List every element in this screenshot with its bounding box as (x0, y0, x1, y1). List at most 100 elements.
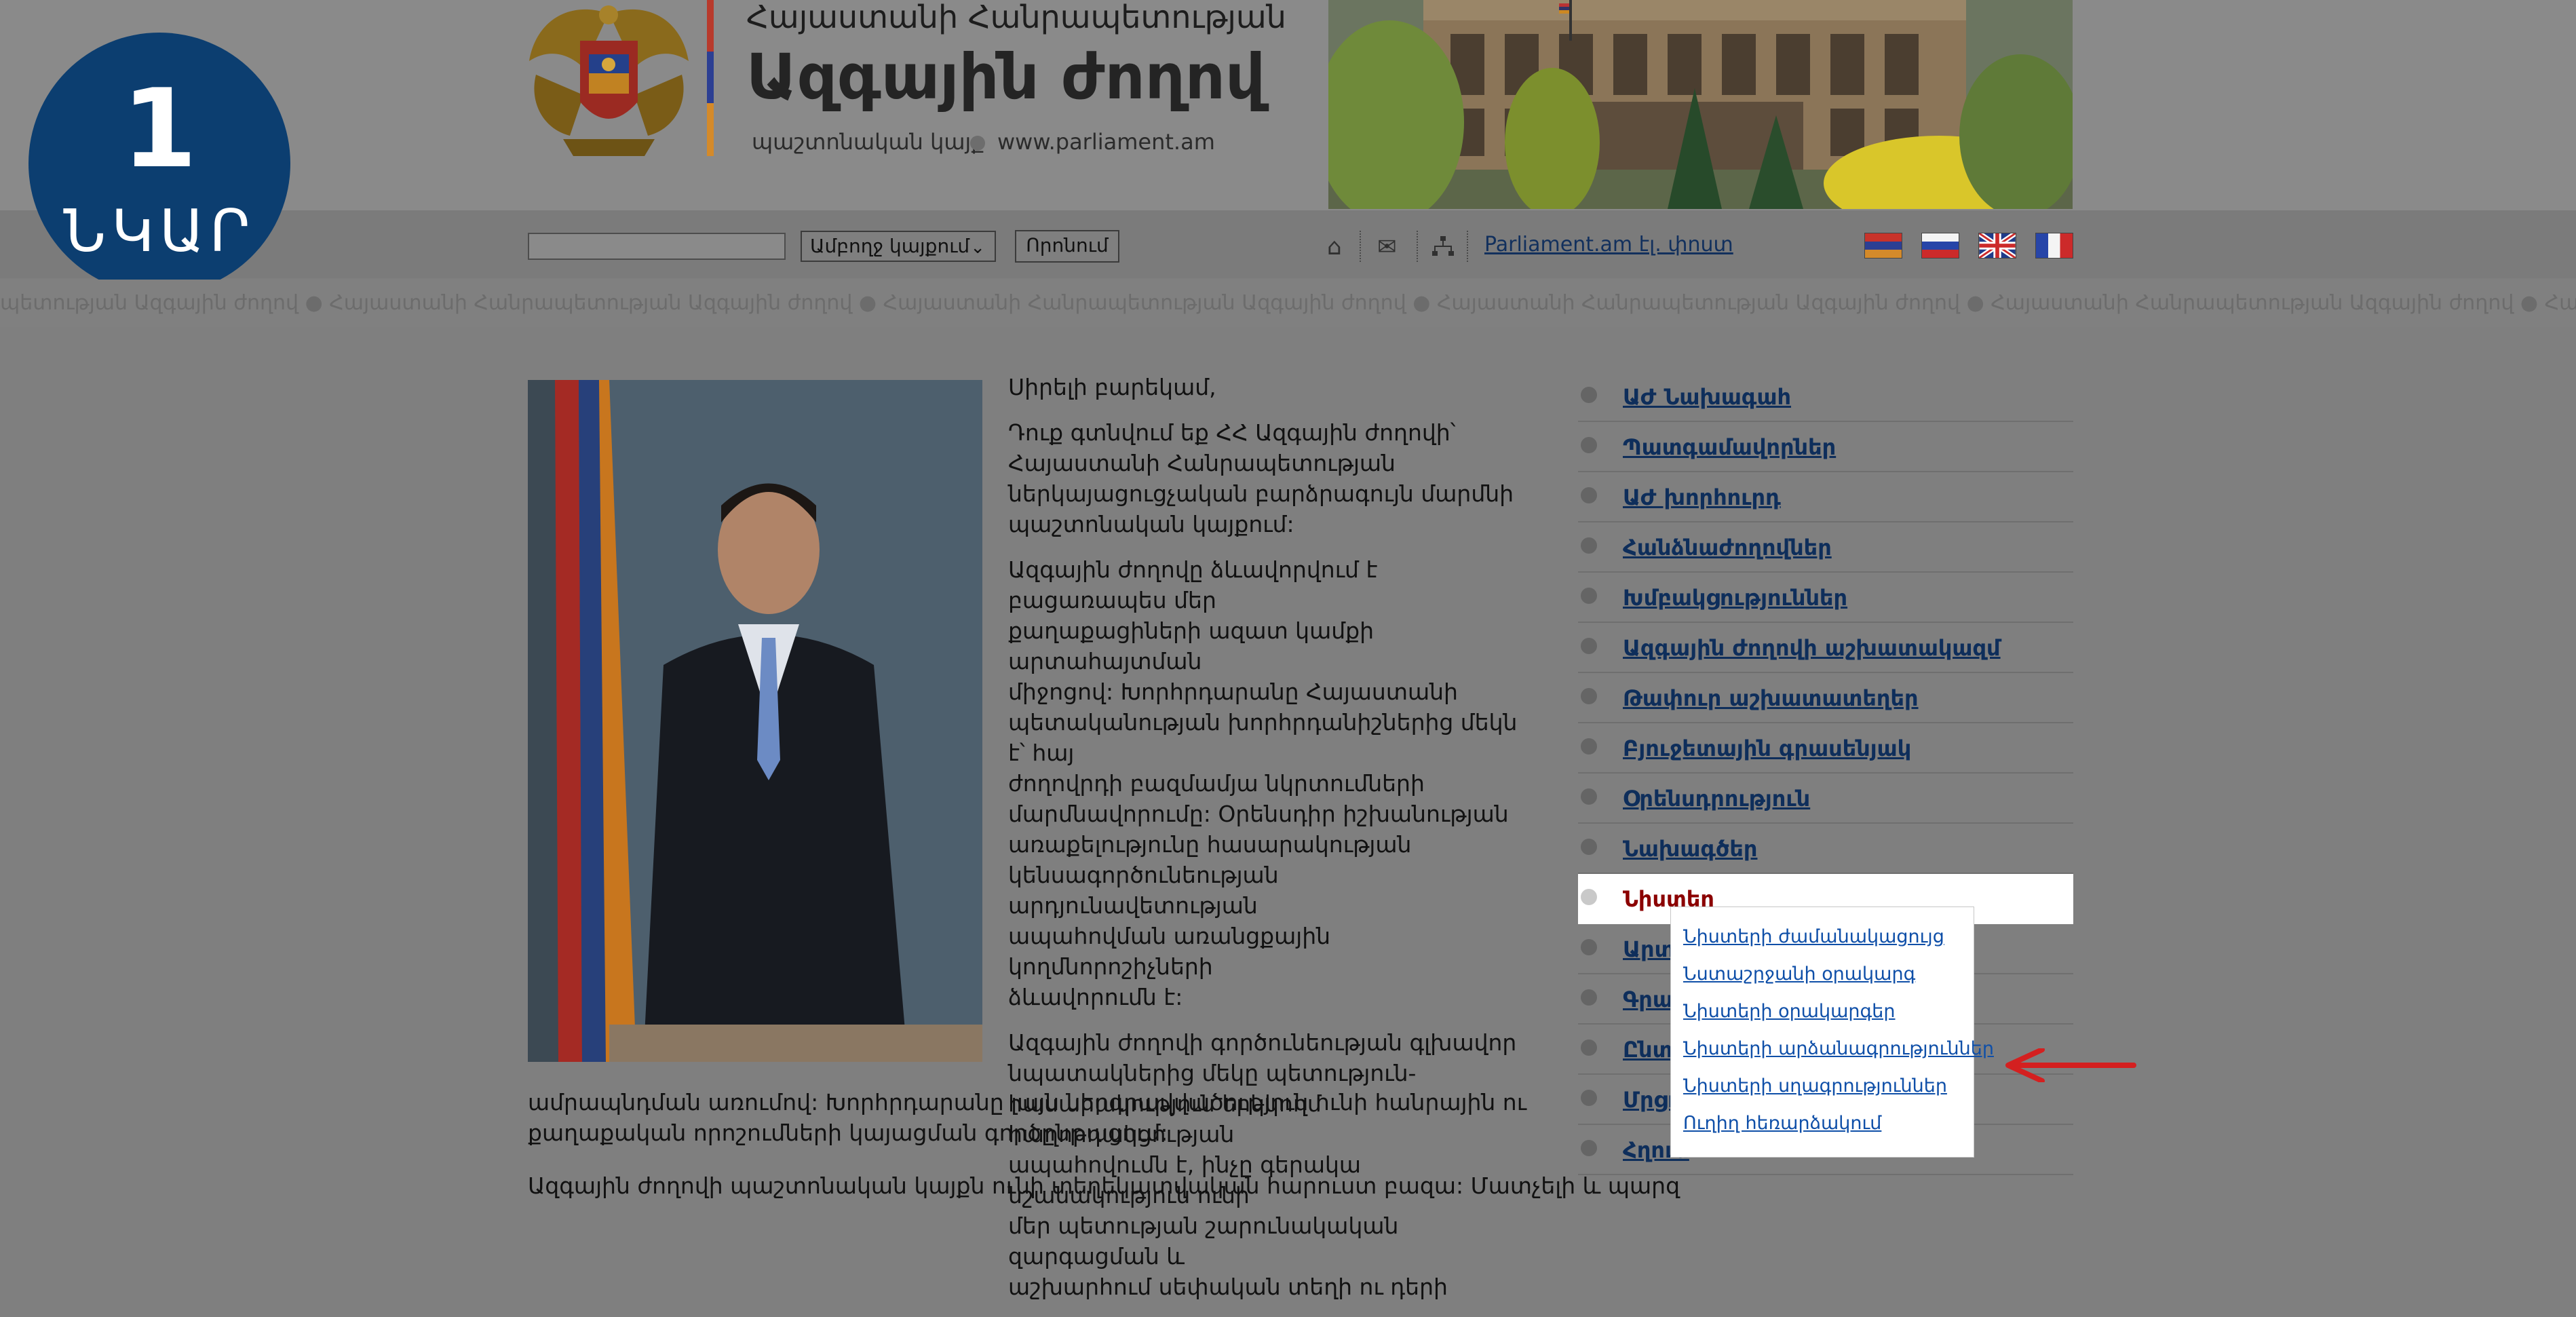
menu-item-staff[interactable]: Ազգային ժողովի աշխատակազմ (1578, 623, 2073, 673)
bullet-icon (1581, 638, 1597, 654)
bullet-icon (1581, 487, 1597, 503)
bullet-icon (1581, 839, 1597, 855)
toolbar-separator (1417, 231, 1419, 262)
step-label: ՆԿԱՐ (63, 197, 256, 265)
bullet-icon (1581, 738, 1597, 755)
submenu-item-transcripts[interactable]: Նիստերի սղագրություններ (1683, 1075, 1947, 1096)
menu-item-label[interactable]: Հանձնաժողովներ (1623, 535, 1832, 560)
text-line: կենսագործունեության արդյունավետության (1008, 862, 1279, 919)
submenu-item-schedule[interactable]: Նիստերի ժամանակացույց (1683, 926, 1944, 947)
mail-icon[interactable]: ✉ (1377, 233, 1397, 261)
sessions-submenu: Նիստերի ժամանակացույց Նստաշրջանի օրակարգ… (1670, 906, 1994, 1158)
bullet-icon (1581, 688, 1597, 704)
menu-item-label[interactable]: Արտ (1623, 936, 1674, 962)
search-button[interactable]: Որոնում (1015, 230, 1119, 263)
menu-item-label[interactable]: Ազգային ժողովի աշխատակազմ (1623, 635, 2001, 661)
step-badge: 1 ՆԿԱՐ (28, 33, 290, 294)
bullet-icon (1581, 1039, 1597, 1056)
step-number: 1 (121, 65, 197, 192)
menu-item-legislation[interactable]: Օրենսդրություն (1578, 774, 2073, 824)
menu-item-label[interactable]: ԱԺ Նախագահ (1623, 384, 1791, 410)
bullet-icon (1581, 939, 1597, 955)
text-line: քաղաքական որոշումների կայացման գործընթաց… (528, 1120, 1168, 1146)
menu-item-deputies[interactable]: Պատգամավորներ (1578, 422, 2073, 472)
menu-item-vacancies[interactable]: Թափուր աշխատատեղեր (1578, 673, 2073, 723)
submenu-item-live-broadcast[interactable]: Ուղիղ հեռարձակում (1683, 1113, 1881, 1134)
bullet-icon (1581, 1090, 1597, 1106)
menu-item-label[interactable]: Բյուջետային գրասենյակ (1623, 736, 1911, 761)
page: 1 ՆԿԱՐ Հայաստանի Հանրապետության Ազգային … (0, 0, 2576, 1300)
text-line: քաղաքացիների ազատ կամքի արտահայտման (1008, 617, 1374, 674)
site-title[interactable]: Ազգային ժողով (746, 41, 1265, 113)
bullet-icon (1581, 588, 1597, 604)
text-line: աշխարհում սեփական տեղի ու դերի (1008, 1274, 1448, 1300)
menu-item-council[interactable]: ԱԺ խորհուրդ (1578, 472, 2073, 522)
menu-item-speaker[interactable]: ԱԺ Նախագահ (1578, 372, 2073, 422)
flag-english-icon[interactable] (1978, 233, 2016, 259)
bullet-icon (1581, 437, 1597, 453)
text-line: Ազգային ժողովը ձևավորվում է բացառապես մե… (1008, 556, 1378, 613)
menu-item-committees[interactable]: Հանձնաժողովներ (1578, 522, 2073, 573)
simple-version-link[interactable]: Parliament.am էլ. փոստ (1484, 233, 1733, 256)
sitemap-icon[interactable] (1431, 235, 1455, 258)
menu-item-label[interactable]: Թափուր աշխատատեղեր (1623, 685, 1919, 711)
menu-item-label[interactable]: Օրենսդրություն (1623, 786, 1810, 812)
paragraph-2: Ազգային ժողովը ձևավորվում է բացառապես մե… (1008, 554, 1532, 1012)
chevron-down-icon: ⌄ (970, 237, 985, 258)
menu-item-label[interactable]: Ընտ (1623, 1037, 1673, 1063)
text-line: Ազգային ժողովի պաշտոնական կայքն ունի տեղ… (528, 1172, 1680, 1199)
text-line: մեր պետության շարունակական զարգացման և (1008, 1213, 1399, 1270)
site-url: www.parliament.am (997, 129, 1215, 155)
text-line: Հայաստանի Հանրապետության (1008, 450, 1396, 476)
submenu-item-minutes[interactable]: Նիստերի արձանագրություններ (1683, 1038, 1994, 1059)
header-subtitle: պաշտոնական կայք (752, 129, 985, 155)
toolbar-separator (1360, 231, 1362, 262)
text-line: ամրապնդման առումով: Խորհրդարանը լայն ներ… (528, 1089, 1527, 1115)
separator-dot (970, 136, 985, 151)
text-line: պետականության խորհրդանիշներից մեկն է՝ հա… (1008, 709, 1518, 766)
flag-armenian-icon[interactable] (1864, 233, 1902, 259)
home-icon[interactable]: ⌂ (1327, 233, 1342, 261)
header-supertitle: Հայաստանի Հանրապետության (746, 0, 1286, 35)
greeting: Սիրելի բարեկամ, (1008, 374, 1216, 400)
coat-of-arms-logo[interactable] (522, 0, 695, 159)
paragraph-1: Դուք գտնվում եք ՀՀ Ազգային ժողովի՝ Հայաս… (1008, 417, 1532, 539)
menu-item-factions[interactable]: Խմբակցություններ (1578, 573, 2073, 623)
flag-russian-icon[interactable] (1921, 233, 1959, 259)
text-line: միջոցով: Խորհրդարանը Հայաստանի (1008, 679, 1458, 705)
bullet-icon (1581, 889, 1597, 905)
text-line: Դուք գտնվում եք ՀՀ Ազգային ժողովի՝ (1008, 419, 1456, 446)
header-band (0, 0, 2576, 210)
bullet-icon (1581, 788, 1597, 805)
menu-item-label[interactable]: ԱԺ խորհուրդ (1623, 484, 1781, 510)
text-line: նպատակներից մեկը պետություն- (1008, 1060, 1417, 1086)
parliament-building-photo (1328, 0, 2073, 209)
bullet-icon (1581, 387, 1597, 403)
toolbar-band (0, 210, 2576, 278)
text-line: Ազգային ժողովի գործունեության գլխավոր (1008, 1029, 1517, 1056)
submenu-item-session-agenda[interactable]: Նստաշրջանի օրակարգ (1683, 963, 1915, 985)
bullet-icon (1581, 989, 1597, 1006)
text-line: մարմնավորումը: Օրենսդիր իշխանության (1008, 801, 1509, 827)
text-line: առաքելությունը հասարակության (1008, 831, 1412, 858)
text-line: պաշտոնական կայքում: (1008, 511, 1294, 537)
menu-item-drafts[interactable]: Նախագծեր (1578, 824, 2073, 874)
text-line: ապահովման առանցքային կողմնորոշիչների (1008, 923, 1331, 980)
bullet-icon (1581, 1140, 1597, 1156)
flag-french-icon[interactable] (2035, 233, 2073, 259)
menu-item-label[interactable]: Պատգամավորներ (1623, 434, 1836, 460)
paragraph-3: Ազգային ժողովի գործունեության գլխավոր նպ… (1008, 1027, 1532, 1302)
tricolor-divider (707, 0, 714, 156)
red-arrow-icon (2005, 1048, 2136, 1082)
search-scope-value: Ամբողջ կայքում (810, 235, 970, 257)
menu-item-label[interactable]: Գրա (1623, 987, 1673, 1012)
menu-item-label[interactable]: Նախագծեր (1623, 836, 1757, 862)
speaker-portrait-photo (528, 380, 982, 1062)
menu-item-budget-office[interactable]: Բյուջետային գրասենյակ (1578, 723, 2073, 774)
search-scope-select[interactable]: Ամբողջ կայքում ⌄ (801, 231, 996, 262)
text-line: ժողովրդի բազմամյա նկրտումների (1008, 770, 1425, 797)
submenu-item-agendas[interactable]: Նիստերի օրակարգեր (1683, 1001, 1896, 1022)
bullet-icon (1581, 537, 1597, 554)
search-input[interactable] (528, 233, 786, 260)
menu-item-label[interactable]: Խմբակցություններ (1623, 585, 1847, 611)
